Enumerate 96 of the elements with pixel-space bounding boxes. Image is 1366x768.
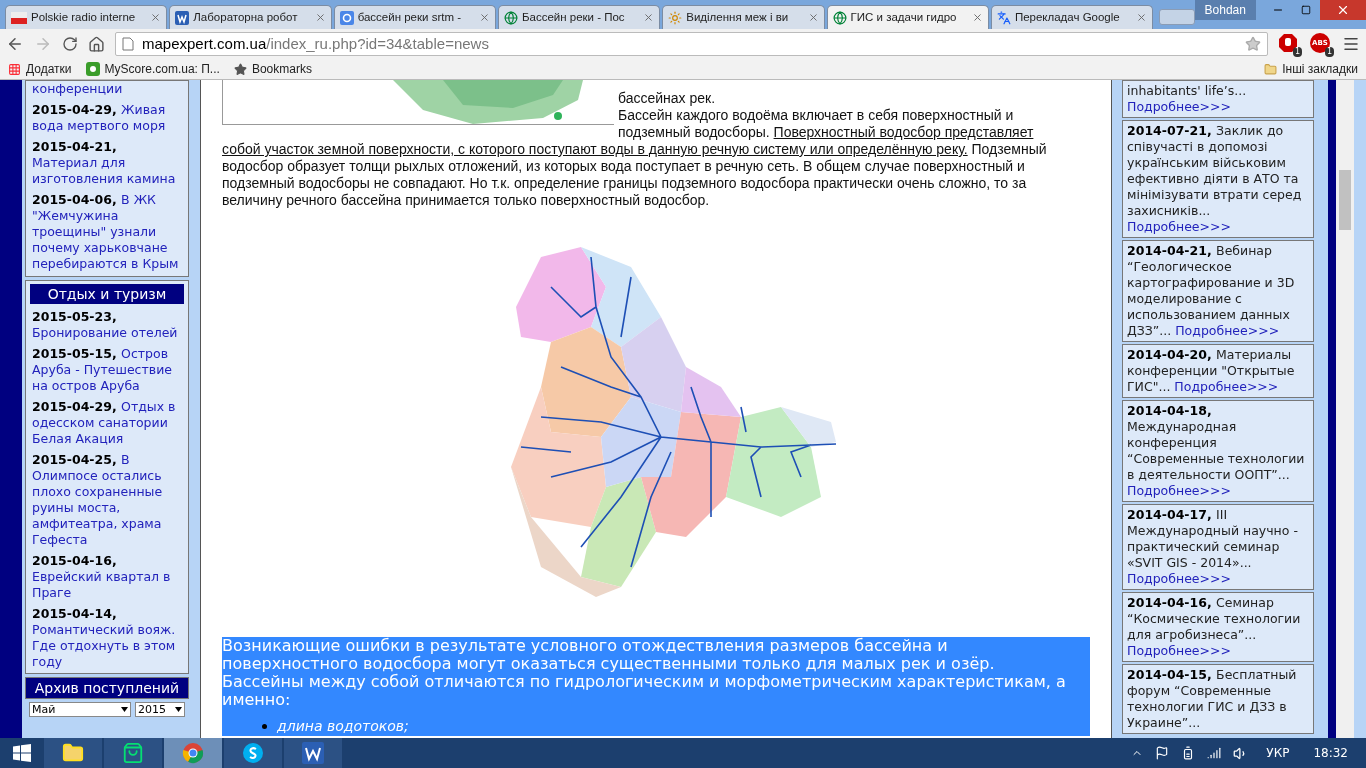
home-icon[interactable] <box>88 35 105 53</box>
taskbar-app[interactable] <box>284 738 342 768</box>
news-item[interactable]: 2015-04-29, Отдых в одесском санатории Белая Акация <box>32 399 182 447</box>
document-icon <box>302 742 324 764</box>
badge: 1 <box>1324 47 1334 57</box>
article-text: Бассейн каждого водоёма включает в себя поверхностный и подземный водосборы. Поверхностный водосбор представляет собой участок земной поверхности, с которого поступают воды в данную речную систему или определённую реку. Подземный водосбор образует толщи рыхлых отложений, из которых вода поступает в речную сеть. В общем случае поверхностный и подземный водосборы не совпадают. Но т.к. определение границы подземного водосбора практически очень сложно, то за величину речного бассейна принимается только поверхностный водосбор. <box>222 107 1048 209</box>
clock[interactable]: 18:32 <box>1313 744 1348 762</box>
close-icon[interactable] <box>971 12 983 23</box>
skype-icon <box>242 742 264 764</box>
tab-title: Виділення меж і ви <box>686 9 790 25</box>
tab-title: Лабораторна робот <box>193 9 299 25</box>
month-select[interactable]: Май <box>29 702 131 717</box>
windows-logo-icon <box>13 744 31 762</box>
bookmark-link[interactable]: Bookmarks <box>233 60 312 78</box>
globe-icon <box>503 10 518 25</box>
close-icon[interactable] <box>1136 12 1148 23</box>
page-icon <box>122 37 134 51</box>
close-icon[interactable] <box>807 12 819 23</box>
browser-tab[interactable]: ГИС и задачи гидро <box>826 5 989 29</box>
news-card[interactable]: 2014-04-21, Вебинар “Геологическое картографирование и 3D моделирование с использованием данных ДЗЗ”... Подробнее>>> <box>1122 240 1314 342</box>
site-icon <box>85 62 100 76</box>
browser-tab[interactable]: Бассейн реки - Пос <box>497 5 661 29</box>
tab-title: Polskie radio interne <box>31 9 137 25</box>
article-text: бассейнах рек. <box>617 90 717 107</box>
news-item[interactable]: конференции <box>32 81 182 97</box>
address-bar[interactable]: mapexpert.com.ua/index_ru.php?id=34&table=news <box>115 32 1268 56</box>
bookmark-star-icon[interactable] <box>1245 36 1261 52</box>
close-icon[interactable] <box>150 12 162 23</box>
globe-icon <box>832 10 847 25</box>
news-card[interactable]: 2014-04-17, III Международный научно - практический семинар «SVIT GIS - 2014»... Подробнее>>> <box>1122 504 1314 590</box>
browser-tab[interactable]: бассейн реки srtm - <box>333 5 496 29</box>
scrollbar[interactable] <box>1336 80 1354 738</box>
news-card[interactable]: 2014-04-15, Бесплатный форум “Современные технологии ГИС и ДЗЗ в Украине”... <box>1122 664 1314 734</box>
year-select[interactable]: 2015 <box>135 702 185 717</box>
folder-icon <box>62 742 84 764</box>
chrome-icon <box>182 742 204 764</box>
bullet-icon <box>262 724 267 729</box>
scrollbar-thumb[interactable] <box>1339 170 1351 230</box>
apps-icon <box>8 62 21 76</box>
close-icon[interactable] <box>314 12 326 23</box>
language-indicator[interactable]: УКР <box>1266 744 1290 762</box>
taskbar-app[interactable] <box>104 738 162 768</box>
close-icon[interactable] <box>478 12 490 23</box>
badge: 1 <box>1292 47 1302 57</box>
taskbar-app[interactable] <box>44 738 102 768</box>
profile-name[interactable]: Bohdan <box>1194 0 1256 20</box>
highlight-text: Возникающие ошибки в результате условного отождествления размеров бассейна и поверхностного водосбора могут оказаться существенными только для малых рек и озёр. <box>222 637 996 673</box>
news-item[interactable]: 2015-05-15, Остров Аруба - Путешествие на остров Аруба <box>32 346 182 394</box>
news-item[interactable]: 2015-04-25, В Олимпосе остались плохо сохраненные руины моста, амфитеатра, храма Гефеста <box>32 452 182 548</box>
bookmark-link[interactable]: Додатки <box>8 60 72 78</box>
star-icon <box>233 62 247 76</box>
bookmark-folder[interactable]: Інші закладки <box>1264 60 1358 78</box>
store-icon <box>122 742 144 764</box>
tab-title: бассейн реки srtm - <box>357 9 463 25</box>
url-text: mapexpert.com.ua/index_ru.php?id=34&table=news <box>142 33 490 54</box>
taskbar-app[interactable] <box>224 738 282 768</box>
stop-sign-icon[interactable] <box>1278 33 1298 53</box>
bookmark-link[interactable]: MyScore.com.ua: П... <box>85 60 220 78</box>
reload-icon[interactable] <box>62 36 78 52</box>
news-item[interactable]: 2015-04-16, Еврейский квартал в Праге <box>32 553 182 601</box>
highlight-text: Бассейны между собой отличаются по гидрологическим и морфометрическим характеристикам, а именно: <box>222 673 1067 709</box>
browser-tab[interactable]: Лабораторна робот <box>169 5 332 29</box>
translate-icon <box>996 10 1011 25</box>
news-card[interactable]: 2014-04-20, Материалы конференции "Открытые ГИС"... Подробнее>>> <box>1122 344 1314 398</box>
sun-icon <box>668 10 683 25</box>
section-heading: Архив поступлений <box>25 677 189 699</box>
list-item-text: длина водотоков; <box>277 719 409 734</box>
folder-icon <box>1264 62 1278 76</box>
news-item[interactable]: 2015-04-21, Материал для изготовления камина <box>32 139 182 187</box>
news-item[interactable]: 2015-04-06, В ЖК "Жемчужина троещины" узнали почему харьковчане перебираются в Крым <box>32 192 182 272</box>
close-button[interactable] <box>1319 0 1366 20</box>
section-heading: Отдых и туризм <box>30 284 184 304</box>
news-item[interactable]: 2015-04-29, Живая вода мертвого моря <box>32 102 182 134</box>
news-card[interactable]: 2014-07-21, Заклик до співучасті в допомозі українським військовим ефективно діяти в АТО та мінімізувати втрати серед захисників... Подробнее>>> <box>1122 120 1314 238</box>
news-card[interactable]: 2014-04-16, Семинар “Космические технологии для агробизнеса”... Подробнее>>> <box>1122 592 1314 662</box>
news-card[interactable]: inhabitants' life’s... Подробнее>>> <box>1122 80 1314 118</box>
caret-icon <box>121 707 128 712</box>
signal-icon[interactable] <box>1207 746 1222 760</box>
browser-tab[interactable]: Виділення меж і ви <box>662 5 825 29</box>
tab-title: Бассейн реки - Пос <box>521 9 626 25</box>
caret-icon <box>175 707 182 712</box>
tab-title: ГИС и задачи гидро <box>850 9 958 25</box>
news-item[interactable]: 2015-05-23, Бронирование отелей <box>32 309 182 341</box>
menu-icon[interactable] <box>1342 35 1360 53</box>
tab-title: Перекладач Google <box>1014 9 1121 25</box>
browser-tab[interactable]: Polskie radio interne <box>5 5 168 29</box>
maximize-icon <box>1300 5 1311 15</box>
flag-icon[interactable] <box>1155 746 1170 760</box>
flag-icon <box>11 11 27 24</box>
document-icon <box>175 10 190 25</box>
browser-tab[interactable]: Перекладач Google <box>990 5 1154 29</box>
close-icon[interactable] <box>643 12 655 23</box>
news-card[interactable]: 2014-04-18, Международная конференция “Современные технологии в деятельности ООПТ”... Подробнее>>> <box>1122 400 1314 502</box>
news-item[interactable]: 2015-04-14, Романтический вояж. Где отдохнуть в этом году <box>32 606 182 670</box>
google-icon <box>339 10 354 25</box>
back-icon[interactable] <box>6 35 24 53</box>
